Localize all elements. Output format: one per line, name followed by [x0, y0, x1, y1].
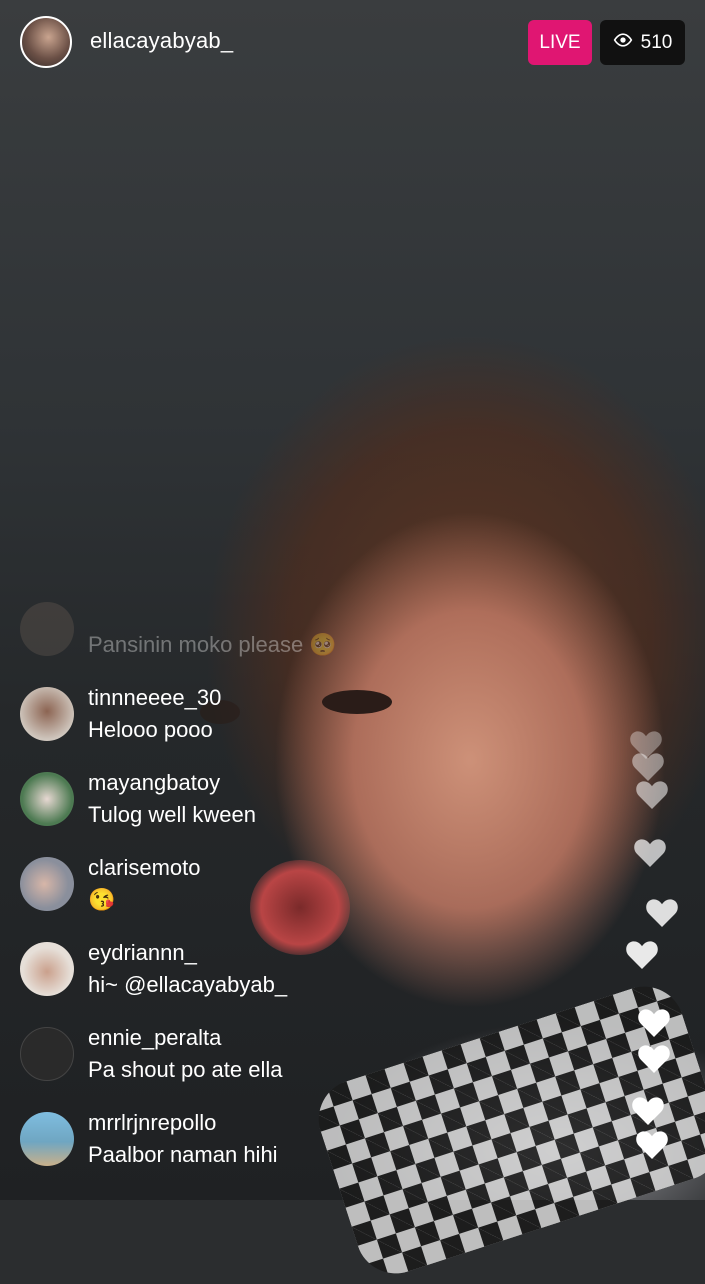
- comment-message: Paalbor naman hihi: [88, 1142, 278, 1167]
- comment-message: Pa shout po ate ella: [88, 1057, 283, 1082]
- comment-item: mrrlrjnrepollo Paalbor naman hihi: [20, 1110, 540, 1195]
- comment-message: hi~ @ellacayabyab_: [88, 972, 288, 997]
- heart-icon: [631, 1096, 665, 1126]
- commenter-username[interactable]: ennie_peralta: [88, 1025, 221, 1051]
- comment-item: clarisemoto 😘: [20, 855, 540, 940]
- viewer-count: 510: [640, 31, 673, 53]
- commenter-username[interactable]: clarisemoto: [88, 855, 200, 881]
- comment-item: Pansinin moko please 🥺: [20, 600, 540, 685]
- comment-message: Helooo pooo: [88, 717, 213, 742]
- commenter-avatar[interactable]: [20, 602, 74, 656]
- comment-item: ennie_peralta Pa shout po ate ella: [20, 1025, 540, 1110]
- heart-icon: [637, 1044, 671, 1074]
- viewer-count-badge[interactable]: 510: [600, 20, 685, 65]
- comment-message: 😘: [88, 887, 116, 912]
- commenter-avatar[interactable]: [20, 857, 74, 911]
- comment-list: Pansinin moko please 🥺 tinnneeee_30 Helo…: [20, 600, 540, 1195]
- live-header: ellacayabyab_ LIVE 510: [0, 0, 705, 90]
- heart-icon: [645, 898, 679, 928]
- comment-item: eydriannn_ hi~ @ellacayabyab_: [20, 940, 540, 1025]
- commenter-avatar[interactable]: [20, 1112, 74, 1166]
- commenter-username[interactable]: mrrlrjnrepollo: [88, 1110, 216, 1136]
- heart-icon: [633, 838, 667, 868]
- comment-item: tinnneeee_30 Helooo pooo: [20, 685, 540, 770]
- commenter-avatar[interactable]: [20, 687, 74, 741]
- eye-icon: [613, 32, 633, 54]
- heart-icon: [635, 780, 669, 810]
- comment-item: mayangbatoy Tulog well kween: [20, 770, 540, 855]
- commenter-avatar[interactable]: [20, 942, 74, 996]
- commenter-username[interactable]: mayangbatoy: [88, 770, 220, 796]
- commenter-username[interactable]: tinnneeee_30: [88, 685, 221, 711]
- host-username[interactable]: ellacayabyab_: [90, 28, 233, 54]
- heart-icon: [631, 752, 665, 782]
- live-badge: LIVE: [528, 20, 592, 65]
- comment-message: Pansinin moko please 🥺: [88, 632, 337, 657]
- floating-hearts: [621, 720, 691, 1200]
- host-avatar[interactable]: [20, 16, 72, 68]
- comment-message: Tulog well kween: [88, 802, 256, 827]
- heart-icon: [637, 1008, 671, 1038]
- commenter-avatar[interactable]: [20, 772, 74, 826]
- commenter-avatar[interactable]: [20, 1027, 74, 1081]
- heart-icon: [625, 940, 659, 970]
- heart-icon: [635, 1130, 669, 1160]
- commenter-username[interactable]: eydriannn_: [88, 940, 197, 966]
